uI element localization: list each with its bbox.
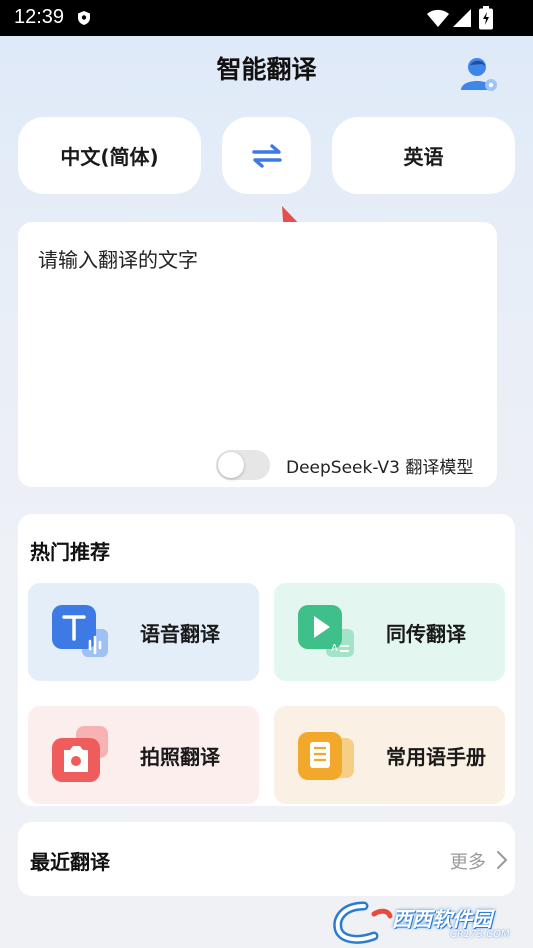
- recent-translations-card: 最近翻译 更多: [18, 822, 515, 896]
- more-link[interactable]: 更多: [450, 848, 486, 874]
- watermark-domain: CR173.COM: [450, 929, 510, 940]
- battery-charging-icon: [479, 6, 493, 30]
- voice-translate-label: 语音翻译: [140, 622, 220, 646]
- voice-translate-button[interactable]: 语音翻译: [28, 583, 259, 681]
- target-language-button[interactable]: 英语: [332, 117, 515, 194]
- swap-arrows-icon: [251, 143, 282, 168]
- signal-icon: [453, 9, 471, 27]
- translation-input-placeholder[interactable]: 请输入翻译的文字: [38, 244, 198, 273]
- hot-recommendations-card: 热门推荐 语音翻译 A 同传翻译 拍照翻译 常用语手册: [18, 514, 515, 806]
- voice-translate-icon: [52, 605, 108, 657]
- camera-translate-label: 拍照翻译: [140, 745, 220, 769]
- shield-icon: [78, 11, 90, 25]
- camera-translate-button[interactable]: 拍照翻译: [28, 706, 259, 804]
- camera-translate-icon: [52, 726, 108, 782]
- phrasebook-label: 常用语手册: [386, 745, 486, 769]
- simultaneous-translate-button[interactable]: A 同传翻译: [274, 583, 505, 681]
- target-language-label: 英语: [403, 145, 444, 169]
- model-toggle[interactable]: [216, 450, 270, 480]
- svg-text:A: A: [331, 643, 338, 654]
- wifi-icon: [427, 9, 449, 27]
- hot-recommendations-title: 热门推荐: [30, 540, 110, 564]
- phrasebook-icon: [298, 732, 354, 780]
- phrasebook-button[interactable]: 常用语手册: [274, 706, 505, 804]
- simultaneous-translate-icon: A: [298, 605, 354, 657]
- chevron-right-icon[interactable]: [496, 850, 508, 870]
- page-title: 智能翻译: [216, 55, 317, 84]
- source-language-label: 中文(简体): [60, 145, 159, 169]
- watermark-brand: 西西软件园: [392, 907, 492, 931]
- recent-translations-title: 最近翻译: [30, 850, 110, 874]
- translation-input-card[interactable]: 请输入翻译的文字 DeepSeek-V3 翻译模型: [18, 222, 497, 487]
- status-bar: 12:39: [0, 0, 533, 36]
- toggle-knob: [218, 452, 244, 478]
- model-label: DeepSeek-V3 翻译模型: [286, 458, 474, 478]
- user-profile-icon[interactable]: [458, 54, 500, 94]
- status-time: 12:39: [14, 6, 65, 28]
- simultaneous-translate-label: 同传翻译: [386, 622, 466, 646]
- swap-languages-button[interactable]: [222, 117, 311, 194]
- source-language-button[interactable]: 中文(简体): [18, 117, 201, 194]
